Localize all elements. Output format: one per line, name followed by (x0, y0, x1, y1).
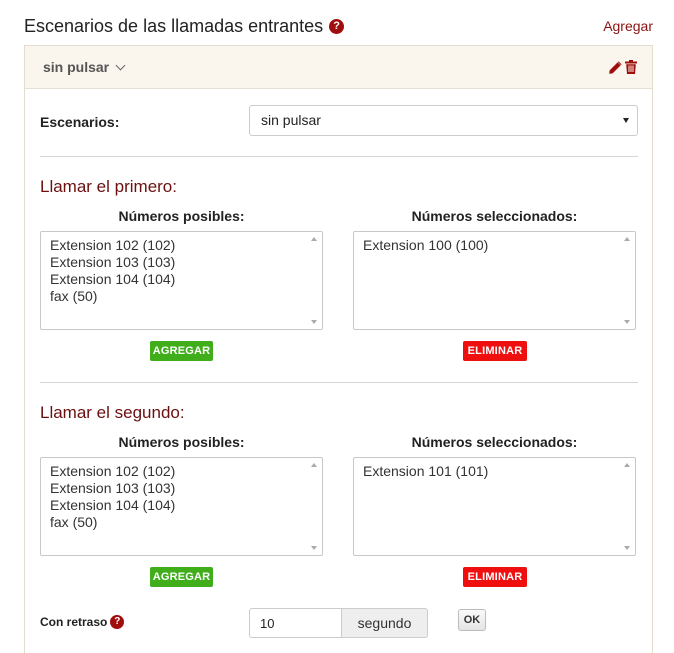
scrollbar[interactable] (308, 458, 322, 555)
scrollbar[interactable] (621, 458, 635, 555)
add-number-button[interactable]: AGREGAR (150, 567, 213, 587)
list-items: Extension 101 (101) (363, 463, 488, 480)
list-item[interactable]: Extension 103 (103) (50, 254, 175, 271)
selected-numbers-label: Números seleccionados: (411, 434, 578, 450)
remove-number-button[interactable]: ELIMINAR (463, 567, 527, 587)
panel-toggle[interactable]: sin pulsar (43, 58, 126, 76)
help-icon[interactable]: ? (329, 18, 345, 34)
selected-numbers-list[interactable]: Extension 100 (100) (353, 231, 636, 330)
page-header: Escenarios de las llamadas entrantes? Ag… (24, 14, 653, 38)
ok-button[interactable]: OK (458, 609, 486, 631)
scenario-select[interactable]: sin pulsar (249, 105, 638, 136)
available-numbers-list[interactable]: Extension 102 (102) Extension 103 (103) … (40, 457, 323, 556)
page-title: Escenarios de las llamadas entrantes? (24, 14, 345, 38)
available-numbers-list[interactable]: Extension 102 (102) Extension 103 (103) … (40, 231, 323, 330)
scroll-down-icon[interactable] (311, 320, 317, 324)
delay-label: Con retraso? (40, 614, 125, 630)
scroll-down-icon[interactable] (311, 546, 317, 550)
chevron-down-icon (115, 60, 126, 71)
list-item[interactable]: Extension 100 (100) (363, 237, 488, 254)
dropdown-arrow-icon (623, 118, 629, 123)
selected-numbers-label: Números seleccionados: (411, 208, 578, 224)
available-numbers-label: Números posibles: (118, 434, 245, 450)
delay-unit: segundo (341, 608, 428, 638)
list-item[interactable]: Extension 102 (102) (50, 237, 175, 254)
list-items: Extension 102 (102) Extension 103 (103) … (50, 463, 175, 531)
remove-number-button[interactable]: ELIMINAR (463, 341, 527, 361)
list-items: Extension 102 (102) Extension 103 (103) … (50, 237, 175, 305)
list-items: Extension 100 (100) (363, 237, 488, 254)
scrollbar[interactable] (308, 232, 322, 329)
panel-header: sin pulsar (25, 46, 652, 89)
add-scenario-link[interactable]: Agregar (603, 16, 653, 36)
scroll-up-icon[interactable] (311, 237, 317, 241)
section-title-first: Llamar el primero: (40, 177, 177, 196)
list-item[interactable]: Extension 104 (104) (50, 497, 175, 514)
list-item[interactable]: fax (50) (50, 514, 175, 531)
divider (40, 156, 638, 157)
scroll-down-icon[interactable] (624, 320, 630, 324)
list-item[interactable]: Extension 103 (103) (50, 480, 175, 497)
scenario-label: Escenarios: (40, 114, 120, 130)
available-numbers-label: Números posibles: (118, 208, 245, 224)
selected-numbers-list[interactable]: Extension 101 (101) (353, 457, 636, 556)
add-number-button[interactable]: AGREGAR (150, 341, 213, 361)
scroll-up-icon[interactable] (624, 237, 630, 241)
scroll-up-icon[interactable] (311, 463, 317, 467)
list-item[interactable]: fax (50) (50, 288, 175, 305)
scenario-panel: sin pulsar Escenarios: sin pulsar Llamar… (24, 45, 653, 653)
trash-icon[interactable] (625, 60, 637, 74)
scrollbar[interactable] (621, 232, 635, 329)
delay-input[interactable] (249, 608, 341, 638)
scroll-up-icon[interactable] (624, 463, 630, 467)
section-title-second: Llamar el segundo: (40, 403, 185, 422)
list-item[interactable]: Extension 102 (102) (50, 463, 175, 480)
divider (40, 382, 638, 383)
pencil-icon[interactable] (608, 61, 622, 75)
help-icon[interactable]: ? (110, 614, 125, 629)
list-item[interactable]: Extension 104 (104) (50, 271, 175, 288)
list-item[interactable]: Extension 101 (101) (363, 463, 488, 480)
scroll-down-icon[interactable] (624, 546, 630, 550)
